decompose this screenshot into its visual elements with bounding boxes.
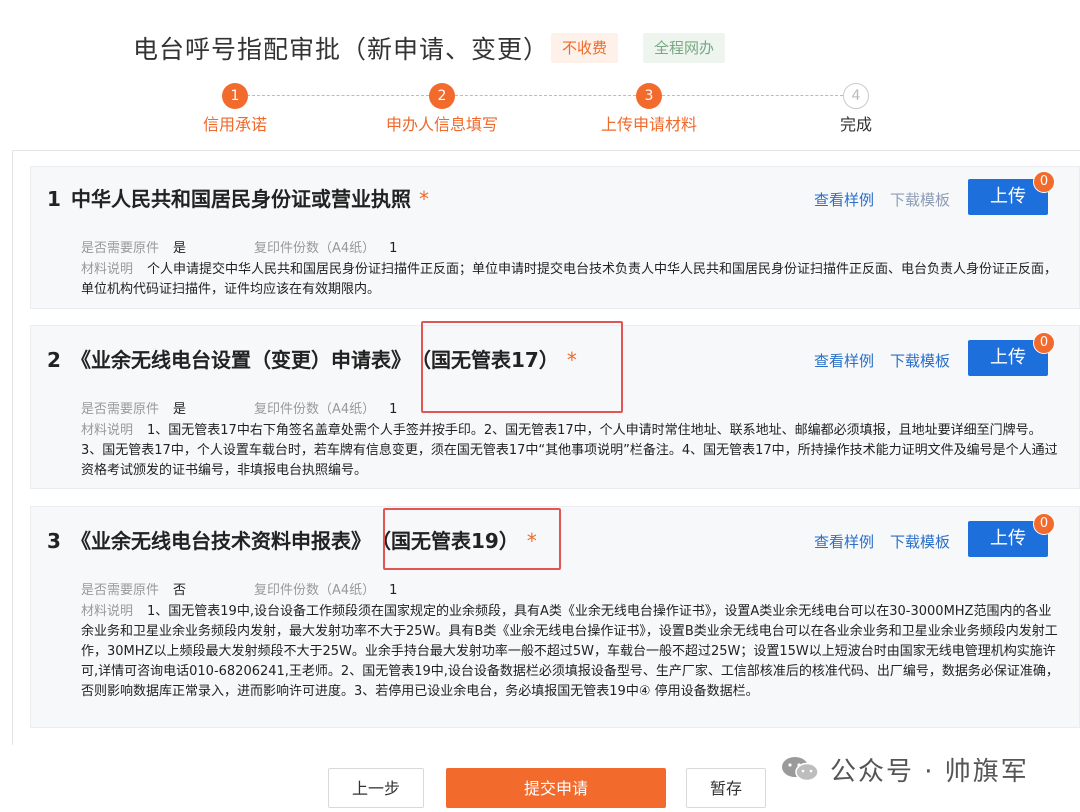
- view-sample-link[interactable]: 查看样例: [814, 189, 874, 210]
- copy-count-label: 复印件份数（A4纸）: [254, 583, 376, 598]
- description-text: 1、国无管表17中右下角签名盖章处需个人手签并按手印。2、国无管表17中，个人申…: [81, 423, 1058, 478]
- description-label: 材料说明: [81, 262, 134, 277]
- highlight-box: [383, 508, 561, 570]
- step-connector: [662, 95, 843, 96]
- material-card-3: 3 《业余无线电台技术资料申报表》（国无管表19） * 查看样例 下载模板 上传 0…: [30, 506, 1080, 728]
- step-4-label: 完成: [839, 115, 873, 134]
- copy-count-row: 复印件份数（A4纸） 1: [254, 237, 397, 256]
- download-template-link[interactable]: 下载模板: [890, 531, 950, 552]
- original-required-row: 是否需要原件是: [81, 398, 186, 417]
- previous-step-button[interactable]: 上一步: [328, 768, 424, 808]
- online-tag: 全程网办: [643, 33, 726, 63]
- step-connector: [247, 95, 429, 96]
- material-card-1: 1 中华人民共和国居民身份证或营业执照 * 查看样例 下载模板 上传 0 是否需要原…: [30, 166, 1080, 309]
- description-label: 材料说明: [81, 604, 134, 619]
- page-title: 电台呼号指配审批（新申请、变更）: [133, 35, 550, 64]
- description-label: 材料说明: [81, 423, 134, 438]
- material-title: 1 中华人民共和国居民身份证或营业执照 *: [47, 183, 429, 212]
- required-star: *: [419, 187, 429, 211]
- fee-tag: 不收费: [551, 33, 619, 63]
- submit-application-button[interactable]: 提交申请: [446, 768, 666, 808]
- material-number: 1: [47, 187, 61, 211]
- material-name: 《业余无线电台设置（变更）申请表》: [71, 348, 411, 372]
- description-text: 1、国无管表19中,设台设备工作频段须在国家规定的业余频段，具有A类《业余无线电…: [81, 604, 1059, 699]
- copy-count-value: 1: [389, 402, 398, 417]
- wechat-icon: [780, 755, 820, 783]
- upload-count-badge: 0: [1033, 171, 1055, 193]
- step-2-number: 2: [429, 83, 455, 109]
- highlight-box: [421, 321, 623, 413]
- download-template-link[interactable]: 下载模板: [890, 189, 950, 210]
- original-required-label: 是否需要原件: [81, 241, 160, 256]
- copy-count-value: 1: [389, 241, 398, 256]
- step-3-label: 上传申请材料: [600, 115, 698, 134]
- original-required-row: 是否需要原件是: [81, 237, 186, 256]
- material-card-2: 2 《业余无线电台设置（变更）申请表》（国无管表17） * 查看样例 下载模板 上传…: [30, 321, 1080, 489]
- step-3-number: 3: [636, 83, 662, 109]
- original-required-value: 是: [173, 241, 187, 256]
- material-description: 材料说明 1、国无管表17中右下角签名盖章处需个人手签并按手印。2、国无管表17中…: [81, 421, 1061, 481]
- view-sample-link[interactable]: 查看样例: [814, 531, 874, 552]
- copy-count-label: 复印件份数（A4纸）: [254, 402, 376, 417]
- original-required-value: 否: [173, 583, 187, 598]
- description-text: 个人申请提交中华人民共和国居民身份证扫描件正反面；单位申请时提交电台技术负责人中…: [81, 262, 1058, 297]
- watermark-text: 公众号 · 帅旗军: [830, 756, 1029, 787]
- material-number: 3: [47, 529, 61, 553]
- step-2-label: 申办人信息填写: [385, 115, 499, 134]
- original-required-value: 是: [173, 402, 187, 417]
- step-1-number: 1: [222, 83, 248, 109]
- material-description: 材料说明 个人申请提交中华人民共和国居民身份证扫描件正反面；单位申请时提交电台技术…: [81, 260, 1061, 300]
- page-header: 电台呼号指配审批（新申请、变更） 不收费 全程网办 1 信用承诺 2 申办人信息…: [0, 0, 1080, 150]
- progress-steps: 1 信用承诺 2 申办人信息填写 3 上传申请材料 4 完成: [0, 80, 1080, 140]
- copy-count-row: 复印件份数（A4纸） 1: [254, 579, 397, 598]
- upload-count-badge: 0: [1033, 513, 1055, 535]
- upload-count-badge: 0: [1033, 332, 1055, 354]
- download-template-link[interactable]: 下载模板: [890, 350, 950, 371]
- copy-count-label: 复印件份数（A4纸）: [254, 241, 376, 256]
- material-name: 《业余无线电台技术资料申报表》: [71, 529, 371, 553]
- original-required-row: 是否需要原件否: [81, 579, 186, 598]
- material-name: 中华人民共和国居民身份证或营业执照: [71, 187, 411, 211]
- material-description: 材料说明 1、国无管表19中,设台设备工作频段须在国家规定的业余频段，具有A类《业…: [81, 602, 1061, 702]
- watermark: 公众号 · 帅旗军: [780, 749, 1029, 789]
- step-1-label: 信用承诺: [202, 115, 268, 134]
- copy-count-value: 1: [389, 583, 398, 598]
- view-sample-link[interactable]: 查看样例: [814, 350, 874, 371]
- step-4-number: 4: [843, 83, 869, 109]
- original-required-label: 是否需要原件: [81, 583, 160, 598]
- copy-count-row: 复印件份数（A4纸） 1: [254, 398, 397, 417]
- material-number: 2: [47, 348, 61, 372]
- original-required-label: 是否需要原件: [81, 402, 160, 417]
- save-draft-button[interactable]: 暂存: [686, 768, 766, 808]
- step-connector: [455, 95, 636, 96]
